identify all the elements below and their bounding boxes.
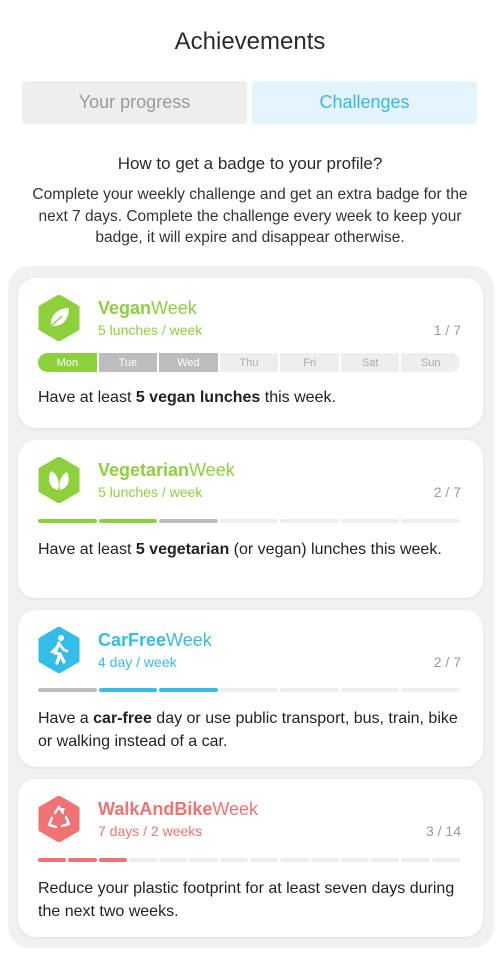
challenge-description: Have at least 5 vegan lunches this week. (38, 386, 468, 409)
challenge-name-bold: Vegan (98, 298, 152, 318)
page-title: Achievements (174, 28, 326, 55)
challenge-description: Have a car-free day or use public transp… (38, 707, 468, 753)
info-heading: How to get a badge to your profile? (117, 154, 383, 173)
progress-segment (159, 519, 218, 523)
desc-bold: 5 vegetarian (135, 541, 230, 558)
challenge-count: 2 / 7 (433, 484, 461, 500)
challenge-name-bold: Vegetarian (98, 460, 190, 480)
walking-person-icon (38, 627, 80, 673)
weekday-progress: Mon Tue Wed Thu Fri Sat Sun (38, 353, 460, 372)
progress-segment (310, 858, 339, 862)
desc-bold: car-free (93, 710, 152, 727)
challenge-name: WalkAndBikeWeek (98, 799, 258, 820)
progress-segment (340, 858, 370, 862)
desc-text: Have at least (38, 541, 136, 558)
progress-segment (280, 688, 339, 692)
progress-segment (401, 858, 430, 862)
desc-text: Have at least (38, 389, 136, 406)
tab-bar: Your progress Challenges (22, 81, 477, 124)
progress-segment (431, 858, 460, 862)
progress-segment (98, 519, 158, 523)
progress-segment (98, 858, 127, 862)
challenge-count: 3 / 14 (425, 823, 461, 839)
day-tue: Tue (98, 353, 158, 372)
tab-your-progress[interactable]: Your progress (22, 81, 247, 124)
progress-segment (219, 858, 248, 862)
desc-text: this week. (260, 389, 336, 406)
day-thu: Thu (219, 353, 279, 372)
progress-segment (371, 858, 400, 862)
challenge-card-vegan[interactable]: VeganWeek 5 lunches / week 1 / 7 Mon Tue… (18, 278, 483, 428)
desc-text: (or vegan) lunches this week. (229, 541, 442, 558)
day-wed: Wed (159, 353, 218, 372)
progress-segment (128, 858, 158, 862)
challenge-description: Have at least 5 vegetarian (or vegan) lu… (38, 538, 468, 561)
challenge-description: Reduce your plastic footprint for at lea… (38, 877, 468, 923)
challenge-card-walkandbike[interactable]: WalkAndBikeWeek 7 days / 2 weeks 3 / 14 … (18, 779, 483, 937)
challenge-subtitle: 5 lunches / week (98, 322, 203, 338)
desc-text: Have a (38, 710, 94, 727)
progress-segment (219, 519, 279, 523)
day-fri: Fri (280, 353, 339, 372)
progress-segment (38, 688, 97, 692)
challenge-name-rest: Week (212, 799, 259, 819)
info-body: Complete your weekly challenge and get a… (32, 186, 468, 246)
progress-segment (401, 688, 461, 692)
challenge-name-bold: WalkAndBike (98, 799, 213, 819)
progress-segment (98, 688, 158, 692)
progress-segment (249, 858, 279, 862)
challenge-name-rest: Week (189, 460, 235, 480)
challenge-card-vegetarian[interactable]: VegetarianWeek 5 lunches / week 2 / 7 Ha… (18, 440, 483, 598)
progress-segment (159, 688, 218, 692)
progress-segment (159, 858, 188, 862)
progress-segment (280, 519, 339, 523)
progress-segment (401, 519, 461, 523)
progress-segment (189, 858, 218, 862)
challenge-subtitle: 4 day / week (98, 654, 177, 670)
leaf-icon (38, 295, 80, 341)
progress-segment (340, 519, 400, 523)
double-leaf-icon (38, 457, 80, 503)
challenge-subtitle: 7 days / 2 weeks (98, 823, 203, 839)
progress-segment (340, 688, 400, 692)
segment-progress (38, 858, 460, 862)
challenge-name: VegetarianWeek (98, 460, 235, 481)
progress-segment (280, 858, 309, 862)
segment-progress (38, 688, 461, 692)
challenge-count: 1 / 7 (433, 322, 461, 338)
recycle-icon (38, 796, 80, 842)
challenge-name: VeganWeek (98, 298, 197, 319)
segment-progress (38, 519, 461, 523)
challenge-subtitle: 5 lunches / week (98, 484, 203, 500)
challenge-name-bold: CarFree (98, 630, 167, 650)
progress-segment (38, 858, 67, 862)
challenge-count: 2 / 7 (433, 654, 461, 670)
day-mon: Mon (38, 353, 97, 372)
desc-text: Reduce your plastic footprint for at lea… (38, 880, 455, 920)
progress-segment (219, 688, 279, 692)
day-sat: Sat (340, 353, 400, 372)
desc-bold: 5 vegan lunches (135, 389, 261, 406)
progress-segment (38, 519, 97, 523)
tab-challenges[interactable]: Challenges (252, 81, 477, 124)
challenge-name: CarFreeWeek (98, 630, 212, 651)
challenge-card-carfree[interactable]: CarFreeWeek 4 day / week 2 / 7 Have a ca… (18, 610, 483, 767)
challenge-name-rest: Week (166, 630, 212, 650)
progress-segment (68, 858, 97, 862)
challenge-name-rest: Week (151, 298, 197, 318)
day-sun: Sun (401, 353, 460, 372)
